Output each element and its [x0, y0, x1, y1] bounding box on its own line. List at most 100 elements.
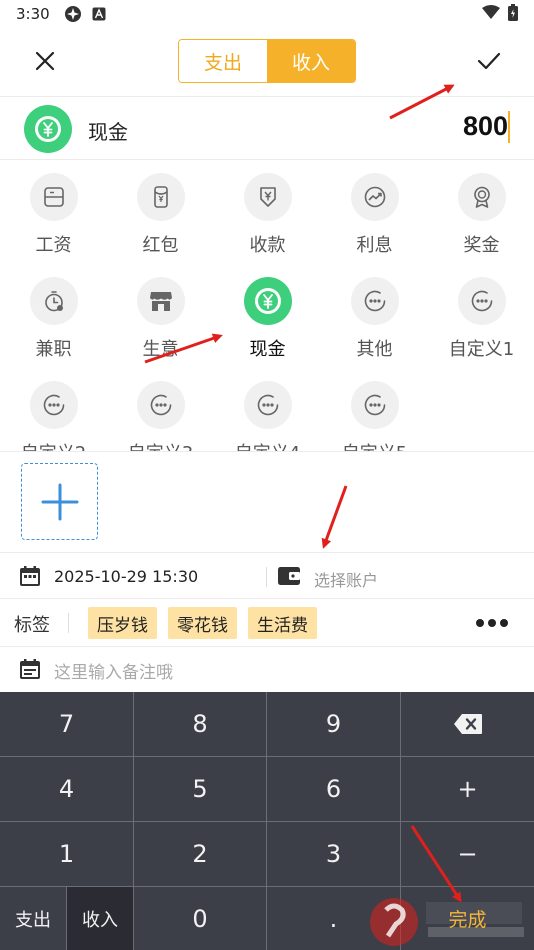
yuan-receive-icon: [243, 173, 292, 221]
store-icon: [136, 277, 185, 325]
keypad-divider: [400, 692, 401, 950]
category-label: 生意: [142, 339, 179, 360]
more-dots-icon: [29, 381, 78, 429]
divider: [266, 567, 267, 587]
wifi-icon: [482, 5, 500, 23]
category-grid: 工资 红包 收款 利息 奖金 兼职 生意 现金 其他 自定义1: [0, 161, 534, 451]
tab-income[interactable]: 收入: [267, 40, 355, 82]
category-custom-1[interactable]: 自定义1: [428, 265, 534, 369]
key-9[interactable]: 9: [267, 692, 400, 756]
tag-chip[interactable]: 压岁钱: [88, 607, 157, 639]
category-other[interactable]: 其他: [321, 265, 428, 369]
key-7[interactable]: 7: [0, 692, 133, 756]
stopwatch-icon: [29, 277, 78, 325]
app-notification-icon: [64, 5, 82, 23]
category-label: 奖金: [463, 235, 500, 256]
category-custom-5[interactable]: 自定义5: [321, 369, 428, 451]
close-button[interactable]: [30, 46, 60, 76]
header-bar: 支出 收入: [0, 28, 534, 96]
wallet-card-icon: [29, 173, 78, 221]
add-photo-button[interactable]: [21, 463, 98, 540]
category-receive[interactable]: 收款: [214, 161, 321, 265]
category-label: 工资: [35, 235, 72, 256]
category-label: 自定义4: [235, 439, 300, 451]
category-cash[interactable]: 现金: [214, 265, 321, 369]
income-toggle-button[interactable]: 收入: [67, 887, 133, 950]
a-notification-icon: [92, 7, 106, 21]
account-selector[interactable]: 选择账户: [314, 567, 378, 591]
category-label: 其他: [356, 339, 393, 360]
status-time: 3:30: [16, 5, 50, 23]
key-3[interactable]: 3: [267, 822, 400, 886]
category-bonus[interactable]: 奖金: [428, 161, 534, 265]
date-account-row: 2025-10-29 15:30 选择账户: [0, 552, 534, 599]
check-icon: [477, 52, 501, 70]
selected-category-label: 现金: [88, 120, 128, 144]
category-label: 自定义5: [342, 439, 407, 451]
category-label: 自定义2: [21, 439, 86, 451]
cash-icon: [24, 105, 72, 153]
category-label: 收款: [249, 235, 286, 256]
tag-chip[interactable]: 生活费: [248, 607, 317, 639]
category-part-time[interactable]: 兼职: [0, 265, 107, 369]
more-dots-icon: [136, 381, 185, 429]
key-1[interactable]: 1: [0, 822, 133, 886]
category-business[interactable]: 生意: [107, 265, 214, 369]
key-dot[interactable]: .: [267, 887, 400, 950]
category-interest[interactable]: 利息: [321, 161, 428, 265]
keypad-divider: [66, 887, 67, 950]
backspace-icon: [453, 714, 482, 734]
tag-chip[interactable]: 零花钱: [168, 607, 237, 639]
status-bar: 3:30: [0, 0, 534, 28]
keypad-divider: [0, 756, 534, 757]
more-dots-icon: [350, 277, 399, 325]
category-wage[interactable]: 工资: [0, 161, 107, 265]
datetime-picker[interactable]: 2025-10-29 15:30: [54, 567, 198, 586]
red-envelope-icon: [136, 173, 185, 221]
ellipsis-icon: [476, 619, 508, 627]
key-4[interactable]: 4: [0, 757, 133, 821]
key-0[interactable]: 0: [134, 887, 266, 950]
close-icon: [35, 51, 55, 71]
category-custom-2[interactable]: 自定义2: [0, 369, 107, 451]
category-label: 兼职: [35, 339, 72, 360]
category-custom-4[interactable]: 自定义4: [214, 369, 321, 451]
note-input[interactable]: 这里输入备注哦: [54, 658, 173, 683]
tab-expense[interactable]: 支出: [179, 40, 267, 82]
category-label: 自定义1: [448, 339, 515, 360]
confirm-button[interactable]: [474, 46, 504, 76]
photo-area: [0, 451, 534, 552]
category-red-envelope[interactable]: 红包: [107, 161, 214, 265]
done-button[interactable]: 完成: [401, 887, 534, 950]
key-6[interactable]: 6: [267, 757, 400, 821]
keypad-divider: [133, 692, 134, 950]
amount-row: 现金 800: [0, 96, 534, 160]
number-keypad: 7 8 9 4 5 6 + 1 2 3 − 支出 收入 0 . 完成: [0, 692, 534, 950]
note-row[interactable]: 这里输入备注哦: [0, 647, 534, 692]
keypad-divider: [0, 886, 534, 887]
expense-toggle-button[interactable]: 支出: [0, 887, 66, 950]
keypad-divider: [266, 692, 267, 950]
key-8[interactable]: 8: [134, 692, 266, 756]
key-plus[interactable]: +: [401, 757, 534, 821]
key-minus[interactable]: −: [401, 822, 534, 886]
category-label: 现金: [249, 339, 286, 360]
trend-up-icon: [350, 173, 399, 221]
more-dots-icon: [457, 277, 506, 325]
more-tags-button[interactable]: [474, 613, 510, 637]
tag-row: 标签 压岁钱 零花钱 生活费: [0, 599, 534, 647]
tag-label: 标签: [14, 615, 50, 636]
amount-display[interactable]: 800: [463, 111, 508, 142]
key-5[interactable]: 5: [134, 757, 266, 821]
battery-icon: [508, 3, 518, 25]
key-2[interactable]: 2: [134, 822, 266, 886]
category-custom-3[interactable]: 自定义3: [107, 369, 214, 451]
divider: [68, 613, 69, 633]
backspace-button[interactable]: [401, 692, 534, 756]
wallet-icon: [276, 564, 302, 592]
more-dots-icon: [350, 381, 399, 429]
keypad-divider: [0, 821, 534, 822]
category-label: 红包: [142, 235, 179, 256]
award-icon: [457, 173, 506, 221]
more-dots-icon: [243, 381, 292, 429]
